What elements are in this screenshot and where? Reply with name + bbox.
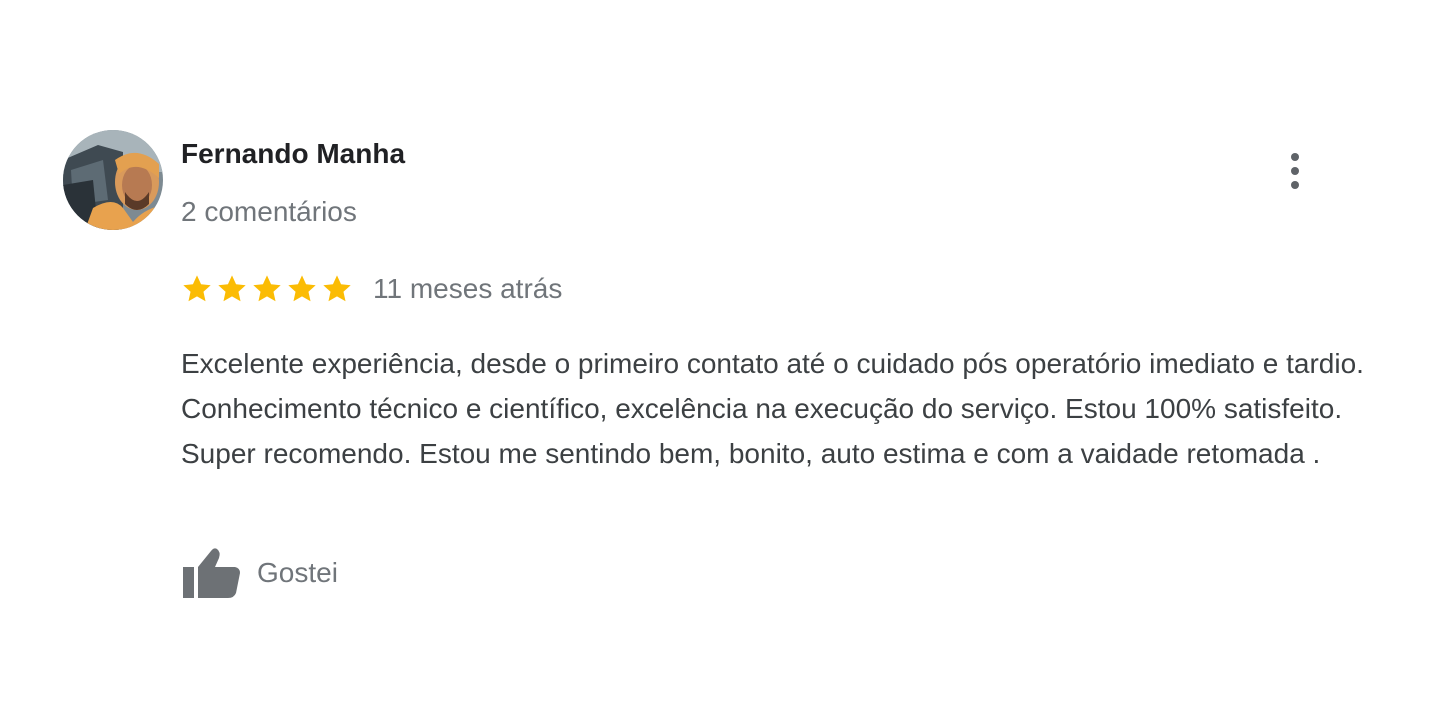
review-text: Excelente experiência, desde o primeiro …: [181, 348, 1364, 469]
star-rating: [181, 273, 353, 305]
thumbs-up-icon: [183, 548, 240, 598]
more-vertical-icon: [1291, 153, 1299, 189]
star-icon: [183, 275, 211, 302]
like-label: Gostei: [257, 557, 338, 588]
like-button[interactable]: Gostei: [180, 545, 338, 601]
avatar[interactable]: [63, 130, 163, 230]
more-options-button[interactable]: [1278, 150, 1312, 192]
star-icon: [323, 275, 351, 302]
review-time: 11 meses atrás: [373, 273, 563, 304]
reviewer-name[interactable]: Fernando Manha: [181, 138, 405, 170]
star-icon: [288, 275, 316, 302]
review-card: Fernando Manha 2 comentários 11 meses at…: [0, 0, 1440, 715]
avatar-photo: [63, 130, 163, 230]
star-icon: [218, 275, 246, 302]
star-icon: [253, 275, 281, 302]
reviewer-review-count[interactable]: 2 comentários: [181, 196, 357, 228]
rating-row: 11 meses atrás: [181, 271, 562, 307]
